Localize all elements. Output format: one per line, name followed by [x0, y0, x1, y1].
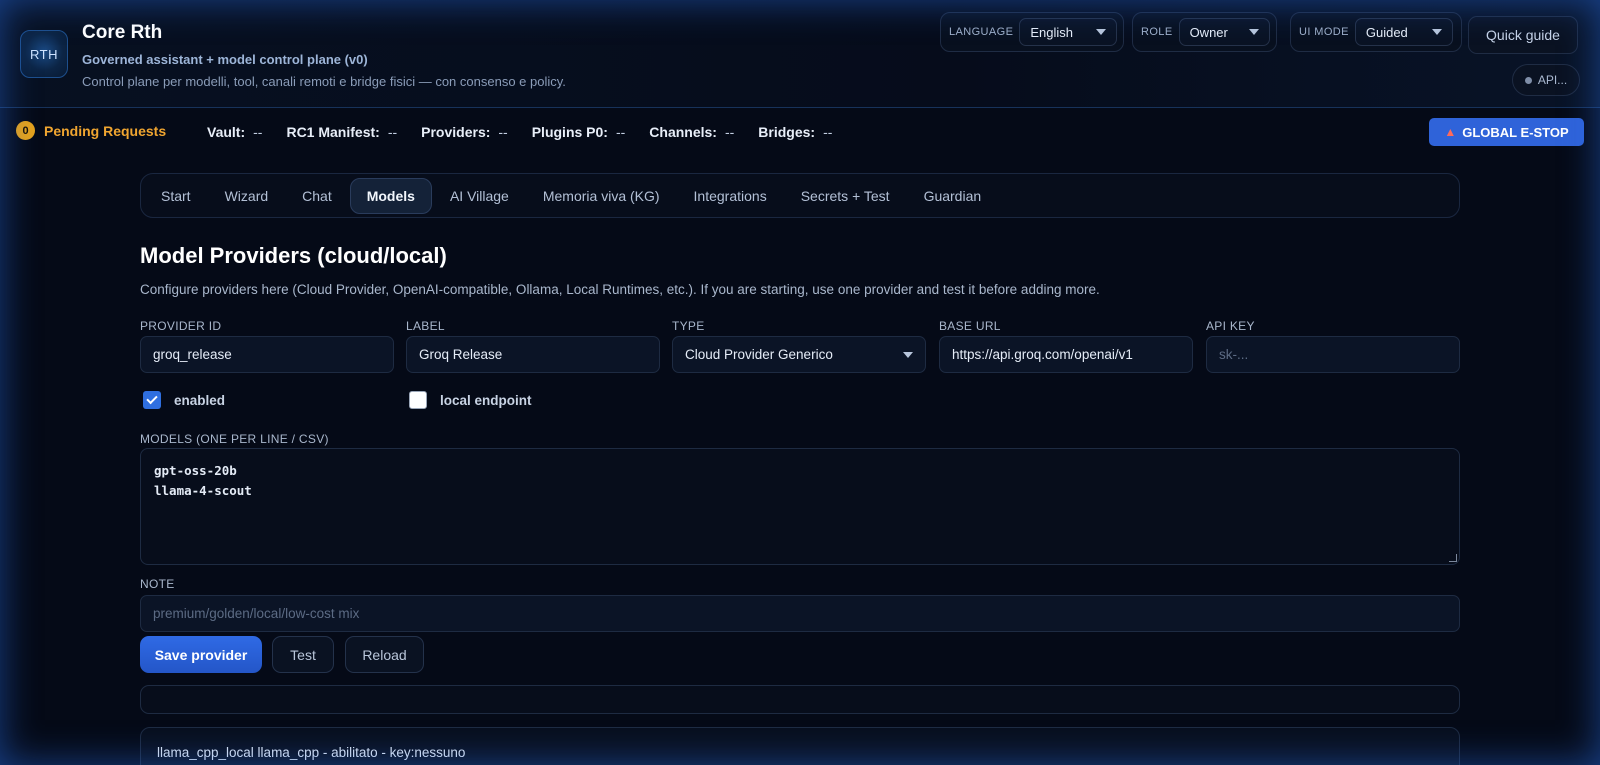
chevron-down-icon: [1431, 29, 1442, 35]
tab-memoria-viva[interactable]: Memoria viva (KG): [527, 178, 676, 214]
page-title: Model Providers (cloud/local): [140, 243, 447, 268]
base-url-label: BASE URL: [939, 319, 1001, 333]
role-select[interactable]: Owner: [1178, 18, 1270, 46]
api-key-input[interactable]: sk-...: [1206, 336, 1460, 373]
role-value: Owner: [1189, 24, 1228, 40]
tab-guardian[interactable]: Guardian: [908, 178, 998, 214]
role-control: ROLE Owner: [1132, 12, 1277, 52]
siren-icon: ▲: [1444, 125, 1457, 139]
tab-integrations[interactable]: Integrations: [678, 178, 783, 214]
language-select[interactable]: English: [1019, 18, 1117, 46]
base-url-input[interactable]: https://api.groq.com/openai/v1: [939, 336, 1193, 373]
status-stats: Vault: -- RC1 Manifest: -- Providers: -- Pl…: [207, 124, 832, 140]
role-label: ROLE: [1141, 26, 1173, 38]
quick-guide-button[interactable]: Quick guide: [1468, 16, 1578, 54]
language-value: English: [1030, 24, 1073, 40]
model-line: gpt-oss-20b: [154, 463, 237, 478]
app-header: RTH Core Rth Governed assistant + model …: [0, 0, 1600, 108]
provider-id-label: PROVIDER ID: [140, 319, 222, 333]
main-tabs: Start Wizard Chat Models AI Village Memo…: [140, 173, 1460, 218]
ui-mode-value: Guided: [1365, 24, 1408, 40]
global-estop-button[interactable]: ▲ GLOBAL E-STOP: [1429, 118, 1584, 146]
note-label: NOTE: [140, 577, 175, 591]
stat-rc1-manifest: RC1 Manifest: --: [286, 124, 398, 140]
rth-logo: RTH: [20, 30, 68, 78]
note-input[interactable]: premium/golden/local/low-cost mix: [140, 595, 1460, 632]
type-value: Cloud Provider Generico: [685, 347, 833, 362]
models-textarea[interactable]: gpt-oss-20b llama-4-scout: [140, 448, 1460, 565]
api-status-label: API...: [1537, 73, 1568, 87]
stat-providers: Providers: --: [421, 124, 508, 140]
ui-mode-control: UI MODE Guided: [1290, 12, 1462, 52]
local-endpoint-checkbox[interactable]: local endpoint: [409, 391, 532, 409]
api-key-label: API KEY: [1206, 319, 1255, 333]
note-placeholder: premium/golden/local/low-cost mix: [153, 606, 360, 621]
api-status-button[interactable]: API...: [1512, 64, 1580, 96]
ui-mode-select[interactable]: Guided: [1354, 18, 1453, 46]
provider-id-value: groq_release: [153, 347, 232, 362]
status-dot-icon: [1524, 76, 1532, 84]
stat-bridges: Bridges: --: [758, 124, 833, 140]
app-description: Control plane per modelli, tool, canali …: [82, 74, 566, 89]
checkbox-checked-icon[interactable]: [143, 391, 161, 409]
test-button[interactable]: Test: [272, 636, 334, 673]
provider-result-output: [140, 685, 1460, 714]
provider-list: llama_cpp_local llama_cpp - abilitato - …: [140, 727, 1460, 765]
pending-count-badge: 0: [16, 121, 35, 140]
tab-ai-village[interactable]: AI Village: [434, 178, 525, 214]
models-label: MODELS (ONE PER LINE / CSV): [140, 432, 329, 446]
status-bar: 0 Pending Requests Vault: -- RC1 Manifest…: [0, 108, 1600, 156]
type-select[interactable]: Cloud Provider Generico: [672, 336, 926, 373]
type-label: TYPE: [672, 319, 705, 333]
tab-models[interactable]: Models: [349, 177, 432, 214]
global-estop-label: GLOBAL E-STOP: [1462, 124, 1569, 140]
model-line: llama-4-scout: [154, 483, 252, 498]
page-description: Configure providers here (Cloud Provider…: [140, 282, 1100, 297]
list-item[interactable]: llama_cpp_local llama_cpp - abilitato - …: [157, 745, 1443, 760]
chevron-down-icon: [903, 351, 913, 358]
enabled-label: enabled: [174, 392, 226, 408]
language-label: LANGUAGE: [949, 26, 1014, 38]
api-key-placeholder: sk-...: [1219, 347, 1249, 362]
app-subtitle: Governed assistant + model control plane…: [82, 52, 368, 67]
tab-wizard[interactable]: Wizard: [209, 178, 285, 214]
chevron-down-icon: [1249, 29, 1259, 35]
tab-start[interactable]: Start: [145, 178, 207, 214]
label-input[interactable]: Groq Release: [406, 336, 660, 373]
app-title: Core Rth: [82, 22, 163, 43]
stat-vault: Vault: --: [207, 124, 263, 140]
stat-plugins-p0: Plugins P0: --: [531, 124, 626, 140]
label-value: Groq Release: [419, 347, 503, 362]
tab-chat[interactable]: Chat: [286, 178, 348, 214]
resize-handle-icon[interactable]: [1449, 554, 1457, 562]
save-provider-button[interactable]: Save provider: [140, 636, 262, 673]
enabled-checkbox[interactable]: enabled: [143, 391, 225, 409]
tab-secrets-test[interactable]: Secrets + Test: [785, 178, 906, 214]
ui-mode-label: UI MODE: [1299, 26, 1349, 38]
provider-id-input[interactable]: groq_release: [140, 336, 394, 373]
language-control: LANGUAGE English: [940, 12, 1124, 52]
pending-requests[interactable]: 0 Pending Requests: [16, 121, 166, 140]
base-url-value: https://api.groq.com/openai/v1: [952, 347, 1133, 362]
local-endpoint-label: local endpoint: [440, 392, 532, 408]
checkbox-unchecked-icon[interactable]: [409, 391, 427, 409]
pending-requests-label: Pending Requests: [44, 122, 167, 139]
stat-channels: Channels: --: [649, 124, 735, 140]
chevron-down-icon: [1096, 29, 1106, 35]
label-field-label: LABEL: [406, 319, 445, 333]
reload-button[interactable]: Reload: [345, 636, 424, 673]
